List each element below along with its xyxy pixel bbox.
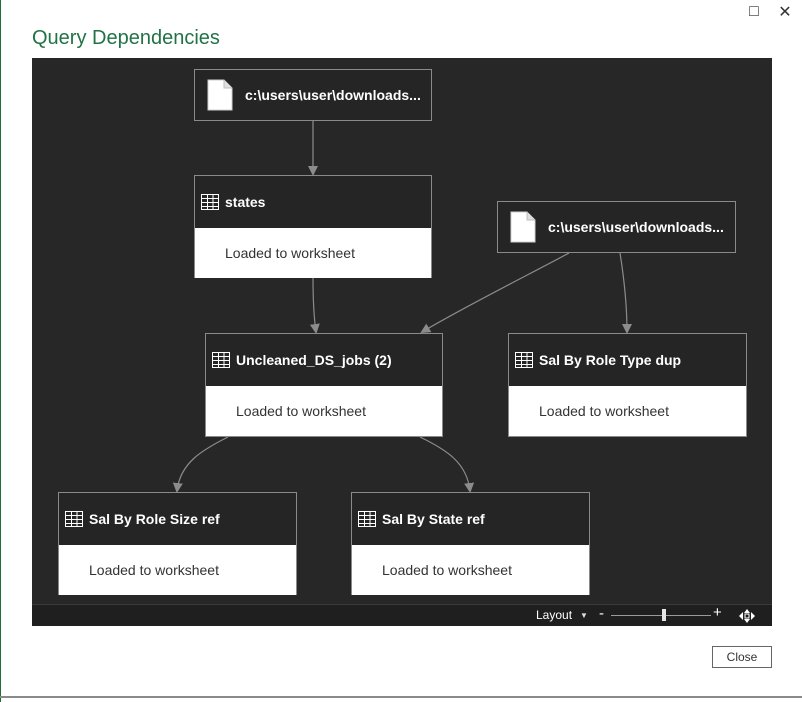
source-file-node-1[interactable]: c:\users\user\downloads... bbox=[194, 69, 432, 121]
edge-source2-uncleaned bbox=[420, 252, 570, 334]
zoom-slider-thumb[interactable] bbox=[662, 609, 666, 621]
source-file-label: c:\users\user\downloads... bbox=[548, 219, 724, 235]
source-file-node-2[interactable]: c:\users\user\downloads... bbox=[497, 201, 736, 253]
maximize-icon: □ bbox=[749, 3, 759, 20]
close-icon: ✕ bbox=[778, 4, 792, 21]
query-load-status: Loaded to worksheet bbox=[195, 228, 431, 278]
file-icon bbox=[510, 211, 536, 243]
source-file-label: c:\users\user\downloads... bbox=[245, 87, 421, 103]
fit-to-screen-icon[interactable] bbox=[738, 608, 756, 624]
maximize-button[interactable]: □ bbox=[740, 2, 768, 22]
layout-label: Layout bbox=[536, 608, 573, 622]
edge-uncleaned-rolesize bbox=[172, 436, 229, 493]
zoom-out-button[interactable]: - bbox=[599, 605, 604, 622]
query-name: Sal By Role Type dup bbox=[539, 352, 682, 368]
query-node-uncleaned-ds-jobs[interactable]: Uncleaned_DS_jobs (2) Loaded to workshee… bbox=[205, 333, 443, 437]
close-button[interactable]: Close bbox=[712, 646, 772, 668]
query-dependencies-dialog: □ ✕ Query Dependencies c:\users\user\dow… bbox=[0, 0, 802, 702]
table-icon bbox=[65, 511, 83, 527]
query-node-states[interactable]: states Loaded to worksheet bbox=[194, 175, 432, 278]
edge-source2-roletype bbox=[619, 252, 632, 334]
table-icon bbox=[358, 511, 376, 527]
layout-dropdown[interactable]: Layout ▼ bbox=[536, 608, 588, 622]
query-node-sal-by-role-type-dup[interactable]: Sal By Role Type dup Loaded to worksheet bbox=[508, 333, 747, 437]
table-icon bbox=[515, 352, 533, 368]
query-name: states bbox=[225, 194, 266, 210]
query-load-status: Loaded to worksheet bbox=[59, 545, 296, 595]
table-icon bbox=[201, 194, 219, 210]
edge-states-uncleaned bbox=[309, 277, 320, 334]
query-name: Uncleaned_DS_jobs (2) bbox=[236, 352, 392, 368]
query-load-status: Loaded to worksheet bbox=[509, 386, 746, 436]
query-load-status: Loaded to worksheet bbox=[352, 545, 589, 595]
dialog-bottom-border bbox=[0, 696, 802, 698]
edge-uncleaned-stateref bbox=[419, 436, 475, 493]
caret-down-icon: ▼ bbox=[580, 610, 588, 620]
canvas-status-bar: Layout ▼ - + bbox=[32, 604, 772, 626]
query-node-sal-by-state-ref[interactable]: Sal By State ref Loaded to worksheet bbox=[351, 492, 590, 595]
window-close-button[interactable]: ✕ bbox=[771, 2, 799, 22]
dependency-canvas[interactable]: c:\users\user\downloads... c:\users\user… bbox=[32, 58, 772, 626]
query-node-sal-by-role-size-ref[interactable]: Sal By Role Size ref Loaded to worksheet bbox=[58, 492, 297, 595]
zoom-in-button[interactable]: + bbox=[713, 604, 722, 621]
file-icon bbox=[207, 79, 233, 111]
query-name: Sal By State ref bbox=[382, 511, 485, 527]
window-edge bbox=[0, 0, 1, 702]
zoom-slider-track[interactable] bbox=[611, 615, 711, 616]
table-icon bbox=[212, 352, 230, 368]
query-name: Sal By Role Size ref bbox=[89, 511, 220, 527]
query-load-status: Loaded to worksheet bbox=[206, 386, 442, 436]
dialog-title: Query Dependencies bbox=[32, 27, 220, 49]
